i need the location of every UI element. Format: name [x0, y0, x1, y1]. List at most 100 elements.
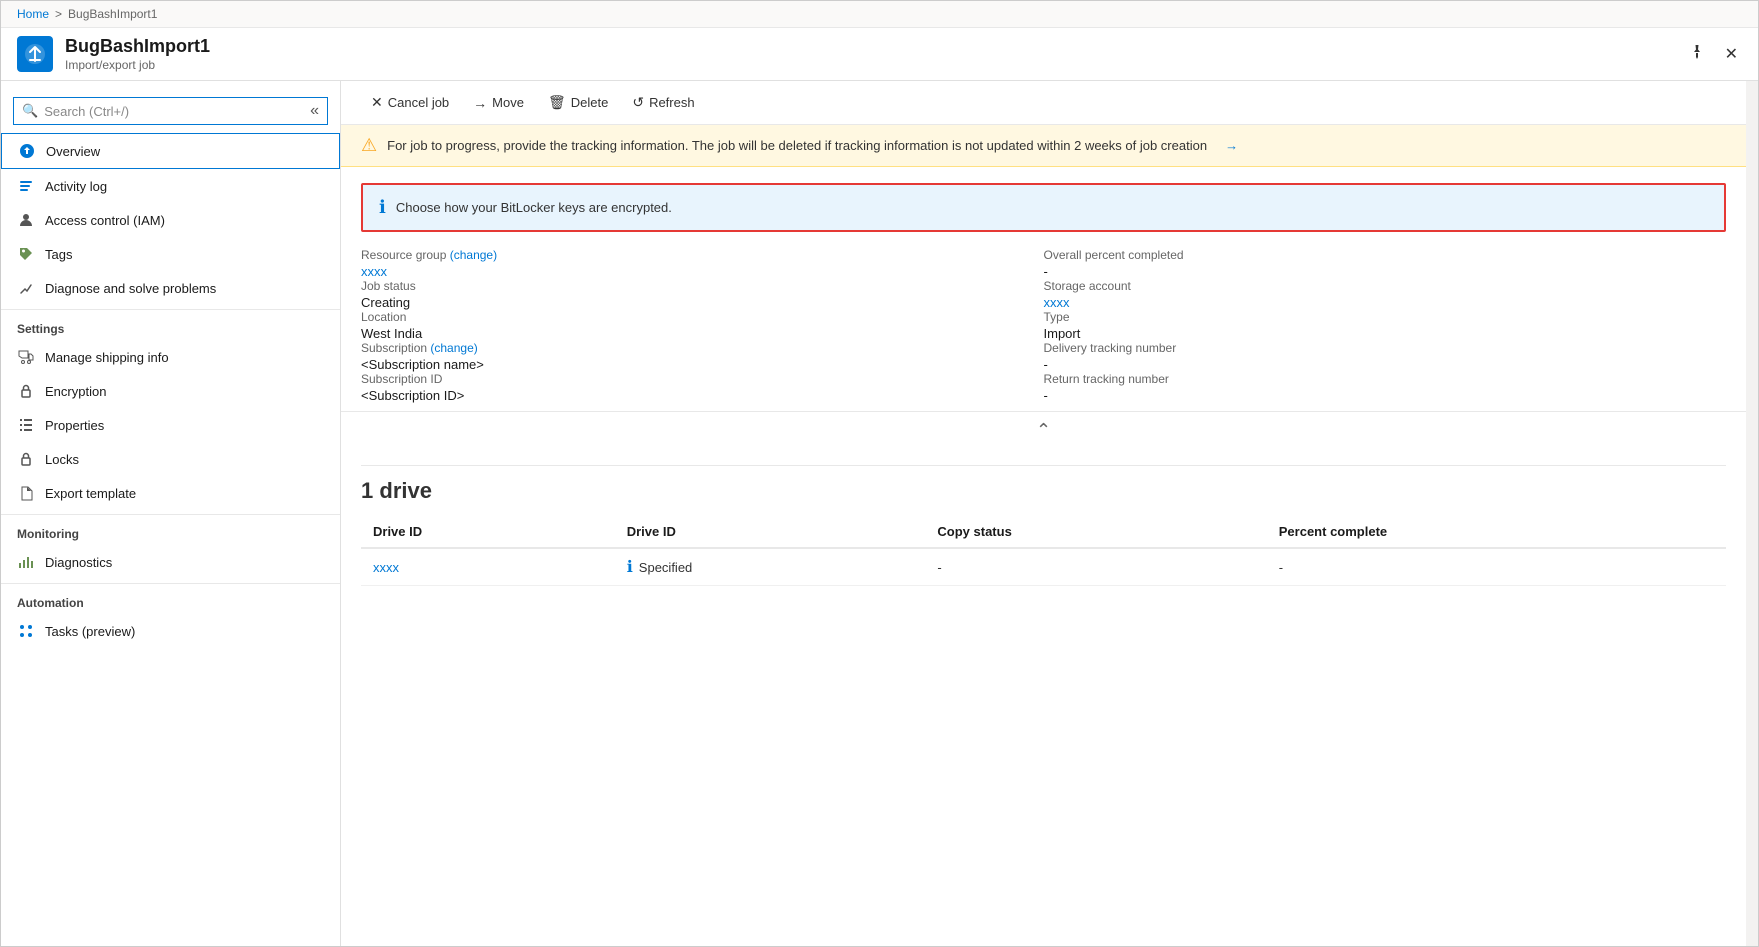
info-icon: ℹ — [379, 197, 386, 218]
encryption-info-box: ℹ Choose how your BitLocker keys are enc… — [361, 183, 1726, 232]
diagnostics-icon — [17, 553, 35, 571]
sidebar-item-locks[interactable]: Locks — [1, 442, 340, 476]
sidebar-item-shipping[interactable]: Manage shipping info — [1, 340, 340, 374]
return-tracking-value: - — [1044, 388, 1727, 403]
drives-col-percent: Percent complete — [1267, 516, 1726, 548]
sidebar-item-properties[interactable]: Properties — [1, 408, 340, 442]
sidebar-item-label-diagnose: Diagnose and solve problems — [45, 281, 216, 296]
detail-subscription-id: Subscription ID <Subscription ID> — [361, 372, 1044, 403]
scrollbar[interactable] — [1746, 81, 1758, 946]
pin-button[interactable] — [1685, 40, 1709, 69]
detail-type: Type Import — [1044, 310, 1727, 341]
detail-resource-group: Resource group (change) xxxx — [361, 248, 1044, 279]
cancel-job-label: Cancel job — [388, 95, 449, 110]
tasks-icon — [17, 622, 35, 640]
monitoring-section-header: Monitoring — [1, 514, 340, 545]
sidebar-item-diagnostics[interactable]: Diagnostics — [1, 545, 340, 579]
location-value: West India — [361, 326, 1044, 341]
collapse-sidebar-button[interactable]: « — [310, 102, 319, 120]
detail-subscription: Subscription (change) <Subscription name… — [361, 341, 1044, 372]
refresh-button[interactable]: ↺ Refresh — [622, 89, 704, 116]
specified-label: Specified — [639, 560, 692, 575]
sidebar-item-label-locks: Locks — [45, 452, 79, 467]
warning-icon: ⚠ — [361, 135, 377, 156]
table-row: xxxx ℹ Specified - - — [361, 548, 1726, 586]
specified-icon: ℹ — [627, 557, 633, 577]
resource-group-change[interactable]: (change) — [450, 248, 497, 262]
detail-delivery-tracking: Delivery tracking number - — [1044, 341, 1727, 372]
drive-id-link[interactable]: xxxx — [373, 560, 399, 575]
sidebar-item-label-properties: Properties — [45, 418, 104, 433]
sidebar-item-activity-log[interactable]: Activity log — [1, 169, 340, 203]
sidebar-item-export-template[interactable]: Export template — [1, 476, 340, 510]
drives-table: Drive ID Drive ID Copy status Percent co… — [361, 516, 1726, 586]
page-title: BugBashImport1 — [65, 36, 210, 57]
shipping-icon — [17, 348, 35, 366]
automation-section-header: Automation — [1, 583, 340, 614]
titlebar-text: BugBashImport1 Import/export job — [65, 36, 210, 72]
sidebar-item-tags[interactable]: Tags — [1, 237, 340, 271]
return-tracking-label: Return tracking number — [1044, 372, 1727, 386]
drives-section: 1 drive Drive ID Drive ID Copy status Pe… — [361, 465, 1726, 586]
job-status-value: Creating — [361, 295, 1044, 310]
sidebar-item-label-overview: Overview — [46, 144, 100, 159]
details-collapse: ⌃ — [341, 411, 1746, 449]
breadcrumb-separator: > — [55, 7, 62, 21]
sidebar: 🔍 « Overview Activity log — [1, 81, 341, 946]
storage-account-value[interactable]: xxxx — [1044, 295, 1070, 310]
warning-text: For job to progress, provide the trackin… — [387, 138, 1207, 153]
sidebar-item-access-control[interactable]: Access control (IAM) — [1, 203, 340, 237]
subscription-change[interactable]: (change) — [430, 341, 477, 355]
refresh-label: Refresh — [649, 95, 695, 110]
sidebar-item-diagnose[interactable]: Diagnose and solve problems — [1, 271, 340, 305]
activity-log-icon — [17, 177, 35, 195]
resource-group-label: Resource group — [361, 248, 446, 262]
sidebar-item-label-encryption: Encryption — [45, 384, 106, 399]
sidebar-item-label-tags: Tags — [45, 247, 72, 262]
search-box[interactable]: 🔍 « — [13, 97, 328, 125]
sidebar-item-label-tasks: Tasks (preview) — [45, 624, 135, 639]
export-template-icon — [17, 484, 35, 502]
drives-unit: drive — [379, 478, 432, 503]
delete-button[interactable]: 🗑 Delete — [538, 89, 618, 116]
delivery-tracking-label: Delivery tracking number — [1044, 341, 1727, 355]
titlebar-actions: ✕ — [1685, 40, 1742, 69]
app-icon — [17, 36, 53, 72]
collapse-details-button[interactable]: ⌃ — [1036, 420, 1051, 441]
sidebar-item-tasks[interactable]: Tasks (preview) — [1, 614, 340, 648]
storage-account-label: Storage account — [1044, 279, 1727, 293]
delivery-tracking-value: - — [1044, 357, 1727, 372]
detail-storage-account: Storage account xxxx — [1044, 279, 1727, 310]
close-button[interactable]: ✕ — [1721, 40, 1742, 69]
sidebar-item-label-access-control: Access control (IAM) — [45, 213, 165, 228]
breadcrumb: Home > BugBashImport1 — [1, 1, 1758, 28]
job-status-label: Job status — [361, 279, 1044, 293]
cancel-job-button[interactable]: ✕ Cancel job — [361, 89, 459, 116]
info-text: Choose how your BitLocker keys are encry… — [396, 200, 672, 215]
sidebar-item-overview[interactable]: Overview — [1, 133, 340, 169]
detail-job-status: Job status Creating — [361, 279, 1044, 310]
encryption-icon — [17, 382, 35, 400]
breadcrumb-home[interactable]: Home — [17, 7, 49, 21]
drives-count: 1 — [361, 478, 373, 503]
drives-col-drive-id-2: Drive ID — [615, 516, 926, 548]
type-value: Import — [1044, 326, 1727, 341]
detail-location: Location West India — [361, 310, 1044, 341]
subscription-id-value: <Subscription ID> — [361, 388, 1044, 403]
subscription-label: Subscription — [361, 341, 427, 355]
subscription-value: <Subscription name> — [361, 357, 1044, 372]
resource-group-value[interactable]: xxxx — [361, 264, 387, 279]
drives-col-copy-status: Copy status — [925, 516, 1266, 548]
move-button[interactable]: → Move — [463, 90, 534, 116]
copy-status-value: - — [925, 548, 1266, 586]
delete-label: Delete — [571, 95, 609, 110]
warning-banner: ⚠ For job to progress, provide the track… — [341, 125, 1746, 167]
diagnose-icon — [17, 279, 35, 297]
sidebar-item-label-diagnostics: Diagnostics — [45, 555, 112, 570]
search-icon: 🔍 — [22, 103, 38, 119]
detail-return-tracking: Return tracking number - — [1044, 372, 1727, 403]
sidebar-item-encryption[interactable]: Encryption — [1, 374, 340, 408]
search-input[interactable] — [44, 104, 306, 119]
titlebar: BugBashImport1 Import/export job ✕ — [1, 28, 1758, 81]
subscription-id-label: Subscription ID — [361, 372, 1044, 386]
